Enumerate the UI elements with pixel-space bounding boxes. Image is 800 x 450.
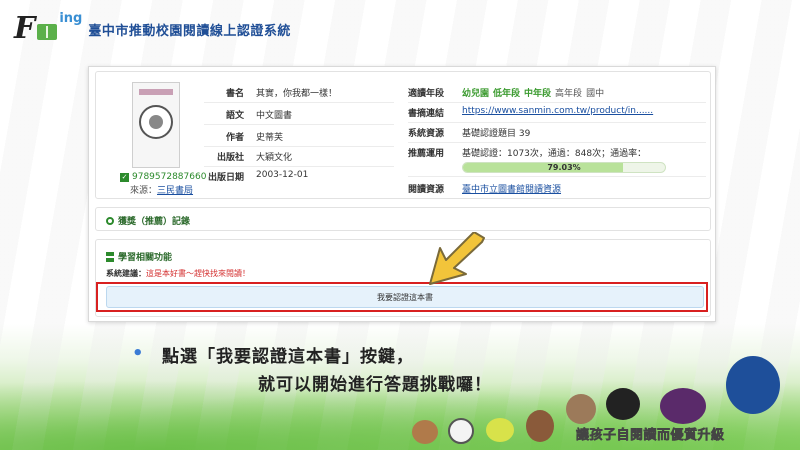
award-panel: 獲獎（推薦）記錄: [95, 207, 711, 231]
system-value: 基礎認證題目 39: [462, 129, 531, 139]
field-author: 作者 史蒂芙: [196, 130, 283, 143]
field-publish-date: 出版日期 2003-12-01: [196, 170, 308, 183]
slogan-banner: 讓孩子自閱讀而優質升級: [576, 424, 725, 444]
cover-illustration: [139, 105, 173, 139]
divider: [204, 166, 394, 167]
field-value: 大穎文化: [256, 153, 293, 163]
award-icon: [106, 216, 114, 225]
divider: [204, 146, 394, 147]
field-label: 語文: [225, 111, 244, 121]
bird-white-icon: [448, 418, 474, 444]
source-label: 來源：: [130, 186, 158, 196]
field-label: 書名: [225, 89, 244, 99]
field-label: 作者: [225, 133, 244, 143]
bird-purple-icon: [660, 388, 706, 424]
grade-level: 幼兒園: [462, 89, 490, 99]
award-title: 獲獎（推薦）記錄: [118, 217, 191, 227]
divider: [408, 122, 706, 123]
field-title: 書名 其實，你我都一樣！: [196, 86, 337, 99]
system-row: 系統資源 基礎認證題目 39: [408, 126, 530, 139]
certify-book-button[interactable]: 我要認證這本書: [106, 286, 704, 308]
field-value: 史蒂芙: [256, 133, 284, 143]
grade-row: 適讀年段 幼兒園 低年段 中年段 高年段 國中: [408, 86, 608, 99]
divider: [408, 102, 706, 103]
cover-strip: [139, 89, 173, 95]
divider: [204, 124, 394, 125]
field-language: 語文 中文圖書: [196, 108, 292, 121]
reading-row: 閱讀資源 臺中市立圖書館閱讀資源: [408, 182, 561, 195]
grade-level: 國中: [586, 89, 605, 99]
reading-link[interactable]: 臺中市立圖書館閱讀資源: [462, 182, 561, 195]
instruction-line-1: 點選「我要認證這本書」按鍵，: [162, 347, 414, 367]
check-icon: ✓: [120, 172, 129, 182]
field-label: 出版日期: [207, 173, 244, 183]
slogan-part-2: 優質升級: [670, 428, 725, 444]
usage-label: 推薦運用: [408, 149, 445, 159]
summary-link[interactable]: https://www.sanmin.com.tw/product/in....…: [462, 106, 653, 119]
award-header[interactable]: 獲獎（推薦）記錄: [106, 214, 190, 227]
learn-panel: 學習相關功能 系統建議：這是本好書～趕快找來閱讀！ 我要認證這本書: [95, 239, 711, 317]
field-value: 其實，你我都一樣！: [256, 89, 338, 99]
grade-level: 中年段: [524, 89, 552, 99]
book-icon: [37, 24, 58, 40]
site-title: 臺中市推動校園閱讀線上認證系統: [88, 23, 291, 39]
link-label: 書摘連結: [408, 109, 445, 119]
system-suggestion: 系統建議：這是本好書～趕快找來閱讀！: [106, 268, 250, 279]
usage-value: 基礎認證：1073次，通過：848次；通過率：: [462, 149, 647, 159]
grade-level: 高年段: [555, 89, 583, 99]
logo: F ing: [14, 8, 82, 44]
grade-level: 低年段: [493, 89, 521, 99]
logo-letter: F: [14, 11, 36, 46]
bird-owl-icon: [566, 394, 596, 424]
learn-header: 學習相關功能: [106, 250, 172, 263]
source: 來源：三民書局: [130, 183, 193, 196]
system-label: 系統資源: [408, 129, 445, 139]
book-cover[interactable]: [132, 82, 180, 168]
suggest-label: 系統建議：: [106, 269, 146, 278]
bullet: •: [132, 343, 144, 364]
usage-row: 推薦運用 基礎認證：1073次，通過：848次；通過率：: [408, 146, 646, 159]
field-label: 出版社: [216, 153, 244, 163]
divider: [204, 102, 394, 103]
bird-blue-magpie-icon: [726, 356, 780, 414]
isbn: ✓ 9789572887660: [120, 172, 206, 182]
learn-title: 學習相關功能: [118, 253, 173, 263]
bird-black-icon: [606, 388, 640, 420]
divider: [408, 176, 706, 177]
progress-text: 79.03%: [547, 163, 581, 172]
grade-label: 適讀年段: [408, 89, 445, 99]
book-info-panel: ✓ 9789572887660 來源：三民書局 書名 其實，你我都一樣！ 語文 …: [95, 71, 711, 199]
pointer-arrow-icon: [429, 232, 485, 285]
reading-label: 閱讀資源: [408, 185, 445, 195]
slogan-part-1: 讓孩子自閱讀而: [576, 428, 671, 444]
bird-brown-icon: [526, 410, 554, 442]
hourglass-icon: [106, 251, 114, 262]
divider: [408, 142, 706, 143]
header: F ing 臺中市推動校園閱讀線上認證系統: [0, 0, 800, 52]
field-publisher: 出版社 大穎文化: [196, 150, 292, 163]
instruction-line-2: 就可以開始進行答題挑戰囉！: [258, 375, 492, 395]
bird-yellow-icon: [486, 418, 514, 442]
field-value: 2003-12-01: [256, 170, 309, 180]
field-value: 中文圖書: [256, 111, 293, 121]
bird-sparrow-icon: [412, 420, 438, 444]
pass-rate-progress: 79.03%: [462, 162, 666, 173]
suggest-value: 這是本好書～趕快找來閱讀！: [146, 269, 250, 278]
link-row: 書摘連結 https://www.sanmin.com.tw/product/i…: [408, 106, 653, 119]
logo-suffix: ing: [59, 11, 83, 26]
book-card: ✓ 9789572887660 來源：三民書局 書名 其實，你我都一樣！ 語文 …: [88, 66, 716, 322]
source-link[interactable]: 三民書局: [157, 186, 193, 196]
